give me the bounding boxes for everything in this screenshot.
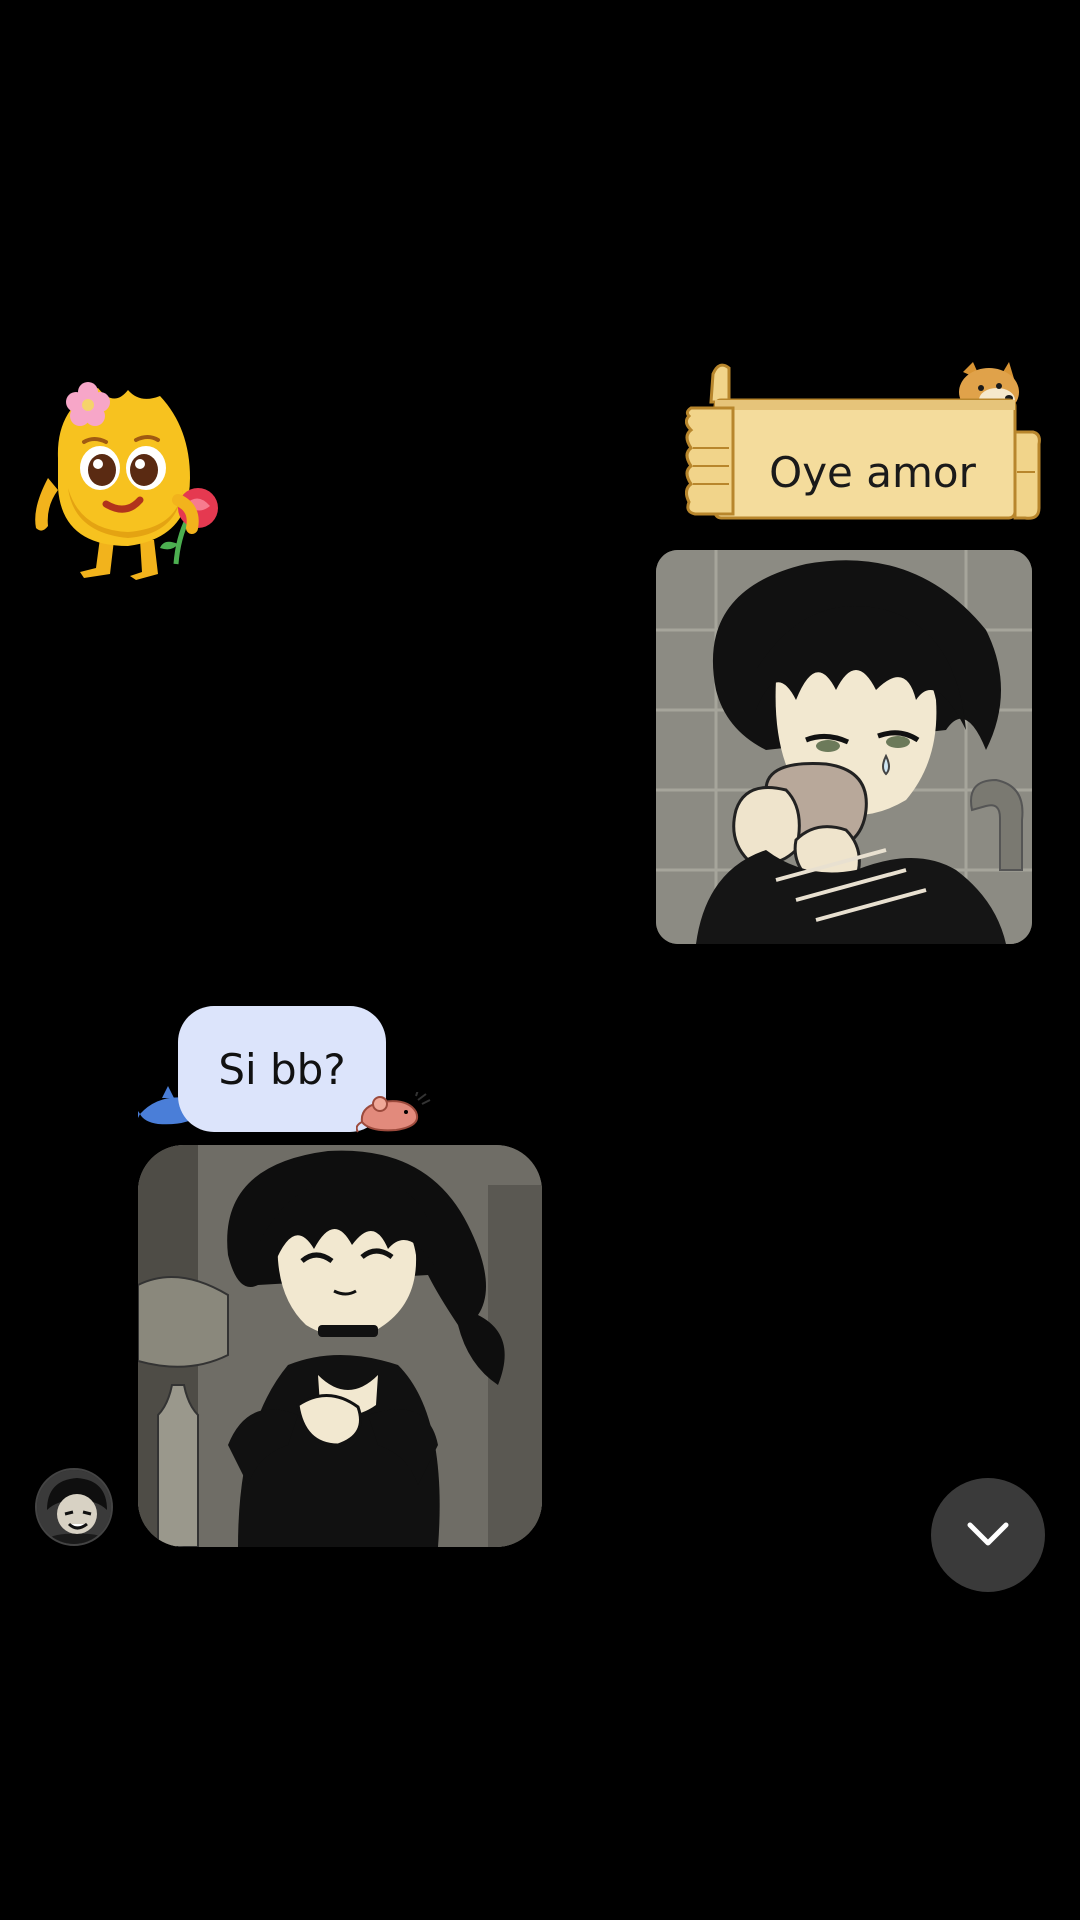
chat-screen: Oye amor Si bb?: [0, 0, 1080, 1920]
outgoing-message-text: Oye amor: [769, 447, 976, 497]
anime-girl-happy-image[interactable]: [138, 1145, 542, 1547]
incoming-message-text: Si bb?: [218, 1044, 346, 1094]
scroll-to-bottom-button[interactable]: [931, 1478, 1045, 1592]
anime-boy-drinking-image[interactable]: [656, 550, 1032, 944]
avatar[interactable]: [35, 1468, 113, 1546]
outgoing-message-bubble[interactable]: Oye amor: [685, 362, 1045, 532]
incoming-message-bubble[interactable]: Si bb?: [178, 1006, 386, 1132]
yellow-character-sticker[interactable]: [28, 368, 243, 580]
chevron-down-icon: [967, 1522, 1009, 1546]
mouse-sticker-decoration: [355, 1089, 432, 1134]
